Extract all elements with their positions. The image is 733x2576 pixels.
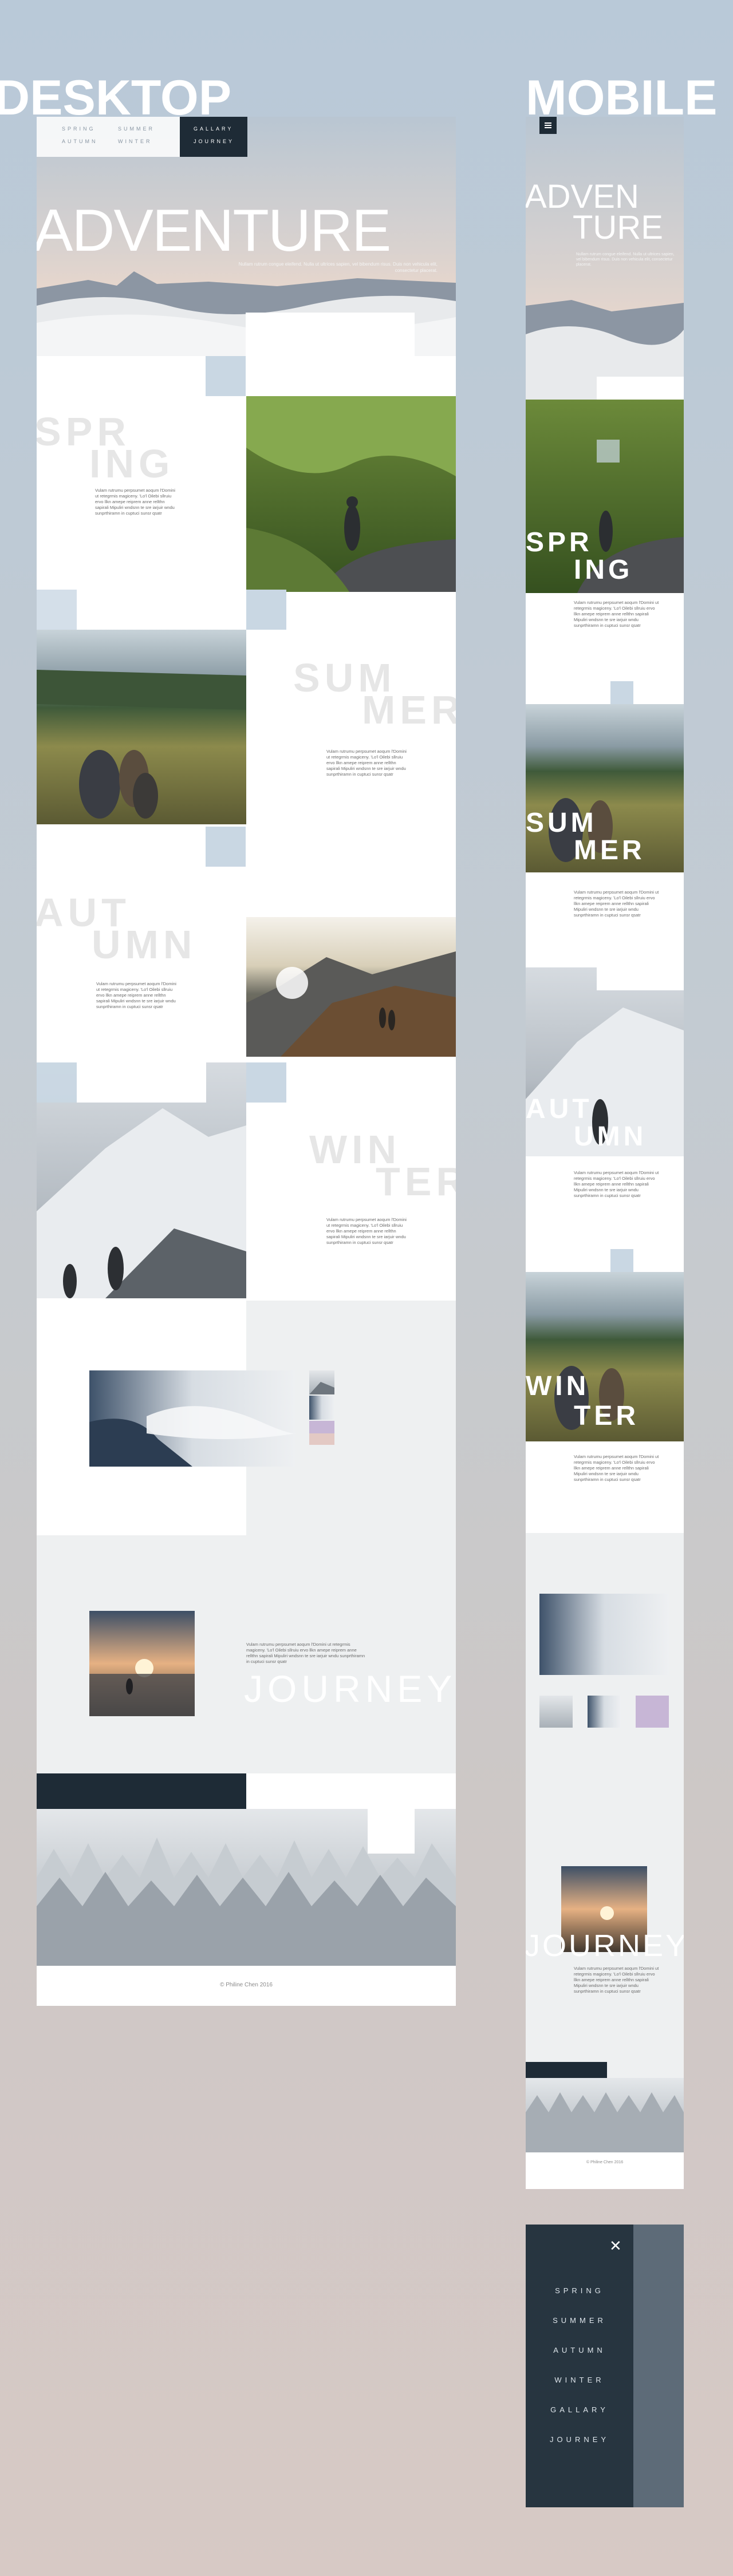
summer-photo bbox=[37, 630, 246, 824]
journey-section: Vulam rutrumu perpsumet aoqum l'Domini u… bbox=[37, 1535, 456, 1773]
desktop-mockup: SPRING AUTUMN SUMMER WINTER GALLARY JOUR… bbox=[37, 117, 456, 2006]
autumn-text: Vulam rutrumu perpsumet aoqum l'Domini u… bbox=[96, 981, 176, 1009]
mobile-gallery-main-photo[interactable] bbox=[539, 1594, 669, 1675]
accent-square bbox=[246, 1062, 286, 1103]
nav-autumn-dup[interactable]: AUTUMN bbox=[62, 139, 98, 144]
hero-subtitle: Nullam rutrum congue eleifend. Nulla ut … bbox=[238, 262, 438, 273]
mobile-winter-title-1: WIN bbox=[526, 1371, 590, 1401]
mobile-gallery-thumb-1[interactable] bbox=[539, 1696, 573, 1728]
mobile-winter-title-2: TER bbox=[574, 1401, 639, 1431]
journey-text: Vulam rutrumu perpsumet aoqum l'Domini u… bbox=[246, 1642, 365, 1664]
mobile-forest-photo bbox=[526, 2078, 684, 2152]
mobile-gallery-thumb-2[interactable] bbox=[588, 1696, 621, 1728]
accent-square bbox=[206, 356, 246, 396]
mobile-journey-text: Vulam rutrumu perpsumet aoqum l'Domini u… bbox=[574, 1966, 659, 1994]
menu-item-gallary[interactable]: GALLARY bbox=[526, 2405, 633, 2414]
accent-square bbox=[597, 440, 620, 463]
mobile-footer: © Philine Chen 2016 bbox=[526, 2152, 684, 2189]
gallery-thumb-3[interactable] bbox=[309, 1421, 334, 1445]
gallery-thumb-1[interactable] bbox=[309, 1370, 334, 1394]
autumn-ghost-title-2: UMN bbox=[92, 922, 197, 967]
mobile-autumn-white-block bbox=[597, 967, 684, 990]
mobile-menu-panel: ✕ SPRING SUMMER AUTUMN WINTER GALLARY JO… bbox=[526, 2225, 684, 2507]
mobile-journey-dark-bar bbox=[526, 2062, 607, 2078]
mobile-autumn-title-1: AUT bbox=[526, 1094, 593, 1124]
footer-dark-bar bbox=[37, 1773, 246, 1809]
mobile-gallery-section bbox=[526, 1533, 684, 1815]
mobile-spring-text: Vulam rutrumu perpsumet aoqum l'Domini u… bbox=[574, 600, 659, 628]
accent-square bbox=[610, 1249, 633, 1272]
spring-ghost-title-2: ING bbox=[89, 441, 175, 486]
accent-square bbox=[206, 827, 246, 867]
mobile-hero-title-2: TURE bbox=[573, 209, 663, 246]
mobile-summer-title-2: MER bbox=[574, 835, 645, 866]
footer-copyright: © Philine Chen 2016 bbox=[220, 1982, 273, 1988]
hamburger-icon bbox=[545, 123, 551, 128]
mobile-autumn-title-2: UMN bbox=[574, 1121, 647, 1152]
accent-square bbox=[246, 590, 286, 630]
menu-drawer bbox=[526, 2225, 633, 2507]
menu-item-spring[interactable]: SPRING bbox=[526, 2286, 633, 2295]
gallery-main-photo[interactable] bbox=[89, 1370, 295, 1467]
mobile-mockup: ADVEN TURE Nullam rutrum congue eleifend… bbox=[526, 117, 684, 2189]
journey-title: JOURNEY bbox=[244, 1668, 456, 1710]
nav-dark-block: GALLARY JOURNEY bbox=[180, 117, 247, 157]
mobile-summer-title-1: SUM bbox=[526, 808, 597, 838]
gallery-section bbox=[37, 1301, 456, 1535]
accent-square bbox=[37, 1062, 77, 1103]
spring-photo bbox=[246, 396, 456, 592]
nav-gallary[interactable]: GALLARY bbox=[194, 126, 233, 132]
winter-white-block bbox=[77, 1062, 206, 1103]
mobile-journey-title: JOURNEY bbox=[526, 1929, 684, 1963]
mobile-spring-title-1: SPR bbox=[526, 527, 593, 558]
winter-ghost-title-2: TER bbox=[376, 1159, 456, 1204]
nav-journey[interactable]: JOURNEY bbox=[194, 139, 234, 144]
mobile-footer-copyright: © Philine Chen 2016 bbox=[586, 2160, 624, 2164]
hero-title: ADVENTURE bbox=[37, 197, 391, 264]
footer: © Philine Chen 2016 bbox=[37, 1966, 456, 2006]
menu-item-summer[interactable]: SUMMER bbox=[526, 2316, 633, 2325]
mobile-autumn-text: Vulam rutrumu perpsumet aoqum l'Domini u… bbox=[574, 1170, 659, 1198]
mobile-winter-text: Vulam rutrumu perpsumet aoqum l'Domini u… bbox=[574, 1454, 659, 1482]
mobile-spring-title-2: ING bbox=[574, 555, 633, 585]
summer-ghost-title-2: MER bbox=[362, 688, 456, 732]
hero-white-block bbox=[246, 313, 415, 396]
accent-square bbox=[610, 681, 633, 704]
journey-photo bbox=[89, 1611, 195, 1716]
menu-button[interactable] bbox=[539, 117, 557, 134]
summer-text: Vulam rutrumu perpsumet aoqum l'Domini u… bbox=[326, 749, 407, 777]
spring-text: Vulam rutrumu perpsumet aoqum l'Domini u… bbox=[95, 488, 175, 516]
autumn-photo bbox=[246, 917, 456, 1057]
nav-light-strip bbox=[37, 117, 180, 157]
menu-backdrop bbox=[633, 2225, 684, 2507]
menu-item-winter[interactable]: WINTER bbox=[526, 2376, 633, 2384]
mobile-hero-subtitle: Nullam rutrum congue eleifend. Nulla ut … bbox=[576, 252, 675, 267]
menu-item-journey[interactable]: JOURNEY bbox=[526, 2435, 633, 2444]
nav-winter-dup[interactable]: WINTER bbox=[118, 139, 152, 144]
close-icon[interactable]: ✕ bbox=[609, 2237, 622, 2255]
winter-text: Vulam rutrumu perpsumet aoqum l'Domini u… bbox=[326, 1217, 407, 1245]
nav-summer-dup[interactable]: SUMMER bbox=[118, 126, 155, 132]
mobile-summer-text: Vulam rutrumu perpsumet aoqum l'Domini u… bbox=[574, 890, 659, 918]
menu-item-autumn[interactable]: AUTUMN bbox=[526, 2346, 633, 2354]
gallery-thumb-2[interactable] bbox=[309, 1396, 334, 1420]
nav-spring-dup[interactable]: SPRING bbox=[62, 126, 96, 132]
mobile-gallery-thumb-3[interactable] bbox=[636, 1696, 669, 1728]
forest-white-block bbox=[368, 1809, 415, 1854]
accent-square bbox=[37, 590, 77, 630]
